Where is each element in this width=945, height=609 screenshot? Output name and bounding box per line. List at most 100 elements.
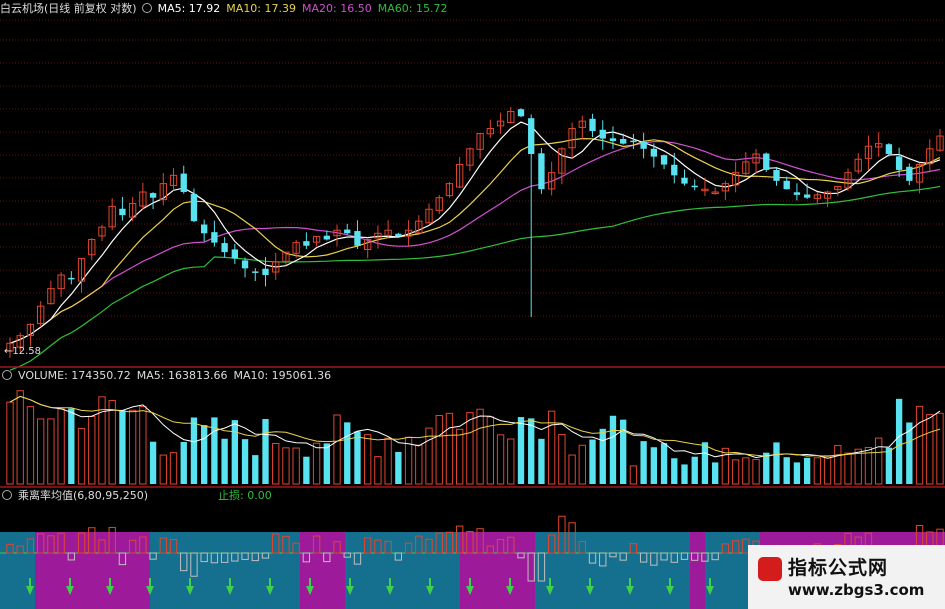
- candle-body-down: [620, 139, 627, 144]
- volume-bar-down: [660, 443, 668, 484]
- low-price-label: ←12.58: [4, 346, 42, 357]
- candle-body-down: [906, 166, 913, 181]
- candle-body-down: [190, 193, 198, 222]
- candle-body-down: [803, 194, 811, 198]
- volume-bar-down: [395, 451, 402, 484]
- candle-body-down: [630, 140, 637, 143]
- candle-body-down: [241, 260, 249, 269]
- candle-body-down: [517, 109, 525, 117]
- candle-body-down: [538, 153, 545, 190]
- volume-bar-down: [803, 457, 811, 484]
- indicator-band: [150, 532, 300, 609]
- candle-body-down: [783, 180, 790, 190]
- stock-chart[interactable]: [0, 0, 945, 609]
- candle-body-down: [252, 271, 259, 273]
- volume-bar-down: [241, 439, 249, 484]
- collapse-icon[interactable]: [2, 370, 12, 380]
- ma5-readout: MA5: 17.92: [157, 2, 221, 15]
- candle-body-down: [589, 118, 596, 132]
- volume-bar-down: [681, 464, 688, 484]
- watermark: 指标公式网 www.zbgs3.com: [748, 545, 945, 609]
- indicator-header: 乘离率均值(6,80,95,250) 止损: 0.00: [0, 488, 278, 503]
- indicator-band: [690, 532, 705, 609]
- volume-bar-down: [671, 458, 678, 484]
- candle-body-down: [180, 173, 187, 193]
- collapse-icon[interactable]: [2, 490, 12, 500]
- candle-body-down: [211, 232, 218, 243]
- candle-body-down: [221, 243, 228, 253]
- vol-ma10-readout: MA10: 195061.36: [233, 369, 332, 382]
- candle-body-down: [773, 170, 780, 181]
- volume-bar-down: [149, 441, 157, 484]
- candle-body-down: [793, 192, 801, 195]
- volume-bar-down: [180, 442, 187, 484]
- volume-bar-down: [354, 431, 361, 484]
- candle-body-down: [650, 148, 658, 157]
- watermark-title: 指标公式网: [788, 557, 889, 579]
- volume-bar-down: [650, 447, 658, 484]
- candle-body-down: [681, 177, 688, 184]
- candle-body-down: [528, 118, 535, 154]
- volume-bar-down: [303, 456, 310, 484]
- candle-body-down: [149, 193, 157, 198]
- candle-body-down: [895, 156, 903, 170]
- volume-bar-down: [711, 462, 719, 484]
- volume-bar-down: [783, 457, 790, 484]
- indicator-band: [0, 532, 35, 609]
- candle-body-down: [660, 155, 668, 165]
- watermark-url: www.zbgs3.com: [788, 581, 925, 599]
- candle-body-down: [671, 164, 678, 176]
- candle-body-down: [691, 185, 698, 188]
- candle-body-down: [395, 233, 402, 237]
- volume-bar-down: [68, 408, 75, 484]
- volume-header: VOLUME: 174350.72 MA5: 163813.66 MA10: 195…: [0, 368, 337, 383]
- volume-bar-down: [262, 419, 269, 484]
- volume-bar-down: [691, 456, 698, 484]
- candle-body-down: [763, 153, 770, 170]
- candle-body-down: [354, 231, 361, 246]
- volume-bar-down: [344, 422, 351, 484]
- volume-bar-down: [589, 439, 596, 484]
- volume-bar-down: [190, 417, 198, 484]
- candle-body-down: [201, 224, 208, 234]
- candle-body-down: [68, 277, 75, 280]
- volume-bar-down: [517, 417, 525, 484]
- volume-bar-down: [763, 452, 770, 484]
- stop-loss-readout: 止损: 0.00: [218, 489, 272, 502]
- volume-readout: VOLUME: 174350.72: [18, 369, 131, 382]
- volume-bar-down: [323, 443, 330, 484]
- candle-body-down: [640, 141, 647, 149]
- volume-bar-down: [793, 462, 801, 484]
- ma10-readout: MA10: 17.39: [226, 2, 297, 15]
- ma20-readout: MA20: 16.50: [302, 2, 372, 15]
- site-logo-icon: [758, 557, 782, 581]
- volume-bar-down: [528, 418, 535, 484]
- volume-bar-down: [201, 425, 208, 484]
- indicator-band: [300, 532, 345, 609]
- volume-bar-down: [701, 442, 709, 484]
- volume-bar-down: [773, 442, 780, 484]
- volume-bar-down: [538, 438, 545, 484]
- low-price-value: 12.58: [12, 346, 42, 357]
- volume-bar-down: [609, 415, 617, 484]
- stock-title: 白云机场(日线 前复权 对数): [0, 2, 137, 15]
- volume-bar-down: [119, 410, 126, 484]
- candle-body-down: [119, 208, 126, 216]
- candle-body-down: [344, 229, 351, 234]
- candle-body-down: [609, 138, 617, 142]
- ma60-readout: MA60: 15.72: [377, 2, 448, 15]
- candle-body-down: [303, 241, 310, 246]
- volume-bar-down: [221, 438, 228, 484]
- volume-bar-down: [252, 455, 259, 484]
- collapse-icon[interactable]: [141, 3, 152, 13]
- candle-body-down: [599, 129, 606, 139]
- vol-ma5-readout: MA5: 163813.66: [136, 369, 228, 382]
- candle-body-down: [231, 249, 239, 259]
- volume-bar-down: [599, 428, 606, 484]
- candle-body-down: [323, 235, 330, 240]
- candle-body-down: [262, 268, 269, 276]
- candle-body-down: [885, 144, 893, 154]
- volume-bar-down: [895, 398, 903, 484]
- indicator-band: [35, 532, 150, 609]
- price-header: 白云机场(日线 前复权 对数) MA5: 17.92 MA10: 17.39 MA20…: [0, 1, 453, 16]
